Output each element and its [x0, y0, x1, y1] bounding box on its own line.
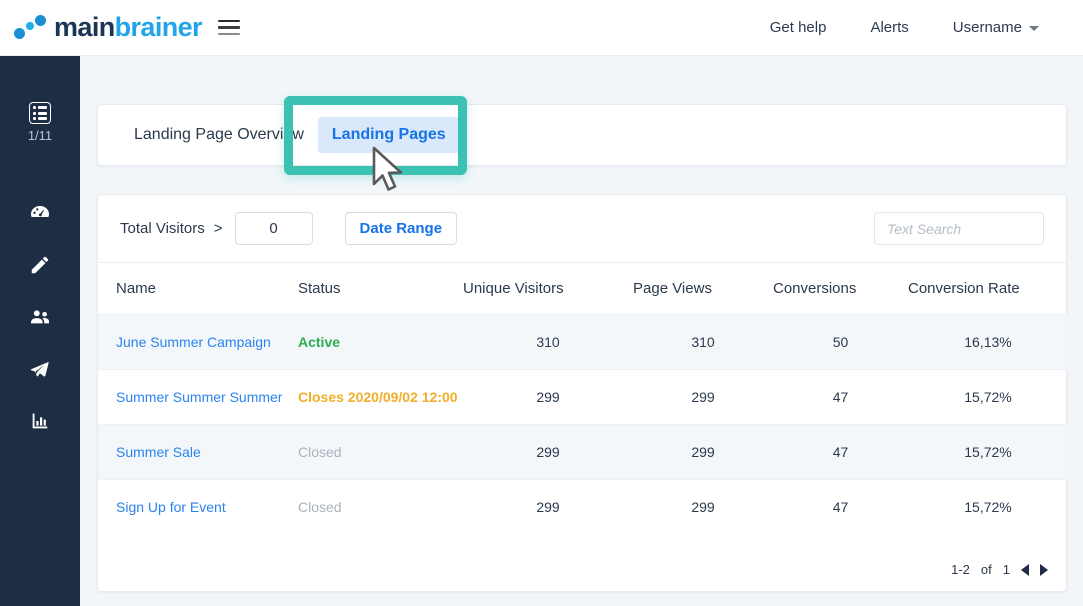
sidebar-item-edit[interactable]	[17, 241, 63, 293]
status-badge: Closes 2020/09/02 12:00	[298, 389, 458, 405]
logo-dots-icon	[12, 13, 52, 43]
nav-username[interactable]: Username	[931, 13, 1061, 42]
cell-status: Closes 2020/09/02 12:00	[298, 369, 463, 425]
column-header-conversion-rate: Conversion Rate	[908, 263, 1068, 315]
cell-name: June Summer Campaign	[98, 314, 298, 370]
landing-pages-panel: Total Visitors > Date Range Name Status …	[97, 194, 1068, 592]
arrow-left-icon[interactable]	[1021, 563, 1029, 576]
sidebar-item-audience[interactable]	[17, 293, 63, 345]
landing-page-link[interactable]: Summer Sale	[116, 444, 201, 460]
cell-conversions: 47	[773, 424, 908, 480]
column-header-conversions: Conversions	[773, 263, 908, 315]
nav-get-help[interactable]: Get help	[748, 13, 849, 42]
top-navigation: Get help Alerts Username	[748, 13, 1083, 42]
sidebar: 1/11	[0, 56, 80, 606]
sidebar-counter-label: 1/11	[27, 128, 53, 143]
cell-conversion-rate: 15,72%	[908, 369, 1068, 425]
landing-page-link[interactable]: Summer Summer Summer	[116, 389, 282, 405]
table-header: Name Status Unique Visitors Page Views C…	[98, 263, 1068, 315]
cell-name: Summer Sale	[98, 424, 298, 480]
cell-page-views: 299	[633, 424, 773, 480]
pagination-of-label: of	[980, 562, 992, 577]
table-row[interactable]: Sign Up for Event Closed 299 299 47 15,7…	[98, 480, 1068, 535]
landing-page-link[interactable]: Sign Up for Event	[116, 499, 226, 515]
sidebar-item-analytics[interactable]	[17, 397, 63, 449]
cell-unique-visitors: 299	[536, 499, 560, 515]
sidebar-item-list-counter[interactable]: 1/11	[0, 102, 80, 143]
cell-name: Sign Up for Event	[98, 480, 298, 535]
cell-status: Closed	[298, 424, 463, 480]
chevron-down-icon	[1029, 26, 1039, 31]
hamburger-icon[interactable]	[217, 19, 240, 36]
users-icon	[28, 306, 52, 333]
tab-landing-pages[interactable]: Landing Pages	[317, 117, 460, 153]
cell-unique-visitors: 310	[463, 314, 633, 370]
column-header-page-views: Page Views	[633, 263, 773, 315]
page-content: Landing Page Overview Landing Pages Tota…	[80, 56, 1083, 606]
pagination-total: 1	[1002, 562, 1010, 577]
status-badge: Closed	[298, 499, 342, 515]
cell-page-views: 299	[691, 499, 715, 515]
pagination-range: 1-2	[951, 562, 970, 577]
cell-conversion-rate: 15,72%	[964, 499, 1012, 515]
column-header-unique-visitors: Unique Visitors	[463, 263, 633, 315]
cell-conversions: 47	[773, 369, 908, 425]
nav-username-label: Username	[952, 19, 1022, 36]
pagination: 1-2 of 1	[951, 562, 1048, 577]
table-row[interactable]: June Summer Campaign Active 310 310 50 1…	[98, 314, 1068, 370]
arrow-right-icon[interactable]	[1040, 563, 1048, 576]
landing-page-link[interactable]: June Summer Campaign	[116, 334, 271, 350]
cell-status: Active	[298, 314, 463, 370]
total-visitors-input[interactable]	[234, 212, 313, 245]
tab-landing-page-overview[interactable]: Landing Page Overview	[120, 117, 318, 153]
cell-page-views: 310	[633, 314, 773, 370]
cell-conversions: 50	[773, 314, 908, 370]
brand-logo[interactable]: mainbrainer	[12, 12, 203, 43]
status-badge: Closed	[298, 444, 342, 460]
nav-alerts[interactable]: Alerts	[848, 13, 930, 42]
sidebar-item-campaigns[interactable]	[17, 345, 63, 397]
cell-unique-visitors: 299	[463, 369, 633, 425]
dashboard-gauge-icon	[28, 201, 52, 230]
cell-page-views: 299	[633, 369, 773, 425]
status-badge: Active	[298, 334, 341, 350]
cell-conversion-rate: 16,13%	[908, 314, 1068, 370]
sidebar-item-dashboard[interactable]	[17, 189, 63, 241]
paper-plane-icon	[28, 358, 52, 385]
cell-name: Summer Summer Summer	[98, 369, 298, 425]
table-row[interactable]: Summer Summer Summer Closes 2020/09/02 1…	[98, 369, 1068, 425]
list-icon	[29, 102, 51, 124]
column-header-status: Status	[298, 263, 463, 315]
search-input[interactable]	[874, 212, 1044, 245]
cell-conversion-rate: 15,72%	[908, 424, 1068, 480]
column-header-name: Name	[98, 263, 298, 315]
brand-name-secondary: brainer	[114, 12, 203, 42]
bar-chart-icon	[29, 410, 51, 437]
date-range-button[interactable]: Date Range	[344, 212, 458, 245]
top-bar: mainbrainer Get help Alerts Username	[0, 0, 1083, 56]
cell-status: Closed	[298, 480, 463, 535]
brand-name-primary: main	[54, 12, 115, 42]
cell-unique-visitors: 299	[463, 424, 633, 480]
table-row[interactable]: Summer Sale Closed 299 299 47 15,72%	[98, 424, 1068, 480]
table-body: June Summer Campaign Active 310 310 50 1…	[98, 314, 1068, 535]
brand-wordmark: mainbrainer	[54, 12, 203, 43]
pencil-icon	[29, 254, 51, 281]
tab-bar: Landing Page Overview Landing Pages	[97, 104, 1067, 166]
landing-pages-table: Name Status Unique Visitors Page Views C…	[98, 263, 1068, 534]
filter-toolbar: Total Visitors > Date Range	[98, 195, 1066, 263]
sidebar-nav	[0, 189, 80, 449]
total-visitors-label: Total Visitors	[120, 220, 205, 237]
operator-label: >	[213, 220, 223, 237]
cell-conversions: 47	[832, 499, 849, 515]
